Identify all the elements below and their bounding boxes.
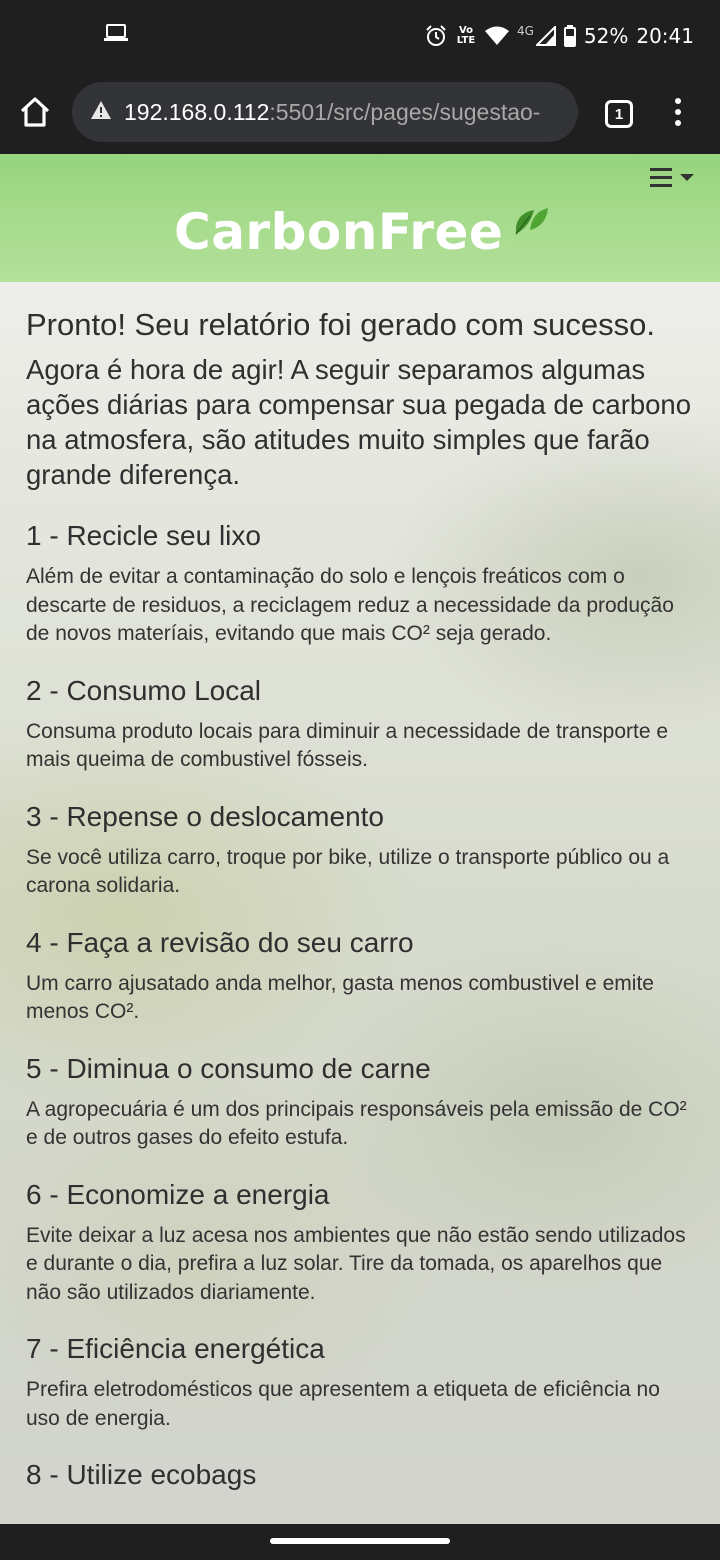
tip-item: 6 - Economize a energia Evite deixar a l… bbox=[26, 1175, 698, 1308]
tip-item: 8 - Utilize ecobags bbox=[26, 1455, 698, 1495]
tip-heading: 3 - Repense o deslocamento bbox=[26, 800, 384, 832]
tip-item: 2 - Consumo Local Consuma produto locais… bbox=[26, 671, 698, 775]
tip-item: 7 - Eficiência energética Prefira eletro… bbox=[26, 1329, 698, 1433]
tip-heading: 1 - Recicle seu lixo bbox=[26, 520, 261, 551]
navigation-bar bbox=[0, 1524, 720, 1560]
report-content: Pronto! Seu relatório foi gerado com suc… bbox=[26, 304, 698, 1495]
leaf-icon bbox=[510, 204, 550, 244]
tip-item: 1 - Recicle seu lixo Além de evitar a co… bbox=[26, 516, 698, 649]
battery-icon bbox=[563, 25, 576, 47]
tab-count: 1 bbox=[614, 105, 624, 123]
gesture-handle[interactable] bbox=[270, 1538, 450, 1544]
tip-heading: 4 - Faça a revisão do seu carro bbox=[26, 926, 414, 958]
logo[interactable]: CarbonFree bbox=[174, 200, 503, 264]
volte-icon: Vo LTE bbox=[456, 25, 476, 46]
alarm-icon bbox=[425, 25, 447, 47]
laptop-icon bbox=[104, 24, 128, 46]
more-menu-icon[interactable] bbox=[668, 98, 688, 130]
tip-text: Além de evitar a contaminação do solo e … bbox=[26, 565, 674, 645]
wifi-icon bbox=[484, 26, 509, 46]
tip-text: Prefira eletrodomésticos que apresentem … bbox=[26, 1378, 660, 1430]
url-path: :5501/src/pages/sugestao- bbox=[269, 98, 541, 125]
battery-percent: 52% bbox=[583, 24, 629, 48]
status-bar: Vo LTE 4G 52% 20:41 bbox=[0, 0, 720, 72]
clock: 20:41 bbox=[636, 24, 694, 48]
page-title: Pronto! Seu relatório foi gerado com suc… bbox=[26, 307, 655, 342]
url-text[interactable]: 192.168.0.112:5501/src/pages/sugestao- bbox=[124, 99, 540, 126]
tip-text: Um carro ajusatado anda melhor, gasta me… bbox=[26, 971, 654, 1024]
network-type: 4G bbox=[516, 24, 534, 38]
web-page: CarbonFree Pronto! Seu relatório foi ger… bbox=[0, 154, 720, 1524]
tip-heading: 8 - Utilize ecobags bbox=[26, 1459, 257, 1490]
signal-icon bbox=[535, 26, 556, 46]
tip-text: A agropecuária é um dos principais respo… bbox=[26, 1097, 687, 1150]
tip-text: Se você utiliza carro, troque por bike, … bbox=[26, 845, 670, 898]
url-host: 192.168.0.112 bbox=[124, 98, 270, 125]
hamburger-menu-icon[interactable] bbox=[650, 168, 696, 190]
tip-heading: 6 - Economize a energia bbox=[26, 1178, 330, 1210]
intro-text: Agora é hora de agir! A seguir separamos… bbox=[26, 354, 692, 490]
browser-toolbar: 192.168.0.112:5501/src/pages/sugestao- 1 bbox=[0, 72, 720, 154]
tip-item: 3 - Repense o deslocamento Se você utili… bbox=[26, 797, 698, 901]
tip-heading: 7 - Eficiência energética bbox=[26, 1333, 325, 1364]
tabs-button[interactable]: 1 bbox=[605, 100, 633, 128]
site-header: CarbonFree bbox=[0, 154, 720, 282]
tip-text: Evite deixar a luz acesa nos ambientes q… bbox=[26, 1223, 686, 1304]
tip-item: 4 - Faça a revisão do seu carro Um carro… bbox=[26, 923, 698, 1027]
warning-icon[interactable] bbox=[90, 100, 112, 124]
tip-text: Consuma produto locais para diminuir a n… bbox=[26, 719, 669, 772]
home-icon[interactable] bbox=[18, 96, 54, 132]
tip-heading: 2 - Consumo Local bbox=[26, 674, 262, 706]
url-bar[interactable]: 192.168.0.112:5501/src/pages/sugestao- bbox=[72, 82, 578, 142]
tip-item: 5 - Diminua o consumo de carne A agropec… bbox=[26, 1049, 698, 1153]
tip-heading: 5 - Diminua o consumo de carne bbox=[26, 1052, 431, 1084]
